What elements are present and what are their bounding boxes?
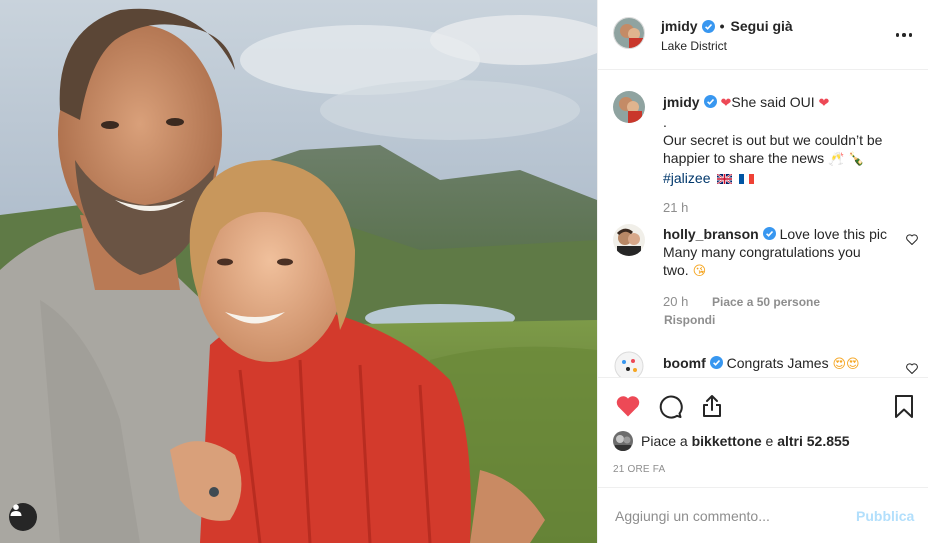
caption-username[interactable]: jmidy: [663, 94, 700, 110]
heart-filled-icon[interactable]: [615, 393, 641, 419]
comment-avatar[interactable]: [613, 350, 645, 377]
comment-2-username[interactable]: boomf: [663, 355, 706, 371]
verified-badge-icon: [762, 227, 776, 240]
red-heart-icon: ❤: [818, 96, 830, 111]
comment-1-line-2: Many many congratulations you: [663, 244, 861, 260]
caption-avatar[interactable]: [613, 91, 645, 123]
champagne-glasses-icon: 🥂: [828, 152, 845, 167]
caption-time[interactable]: 21 h: [663, 200, 688, 215]
comment-2: boomf Congrats James 😍😍: [663, 354, 895, 374]
post-location[interactable]: Lake District: [661, 39, 727, 53]
red-heart-icon: ❤: [720, 96, 732, 111]
likes-conjunction: e: [765, 433, 774, 449]
share-icon[interactable]: [699, 393, 725, 419]
add-comment-bar: Pubblica: [598, 487, 928, 543]
post-sidebar: jmidy • Segui già Lake District jmidy ❤S…: [597, 0, 928, 543]
likes-prefix: Piace a: [641, 433, 688, 449]
instagram-post-modal: jmidy • Segui già Lake District jmidy ❤S…: [0, 0, 928, 543]
heart-eyes-icon: 😍: [846, 357, 860, 372]
more-options-icon[interactable]: [894, 25, 914, 45]
post-photo[interactable]: [0, 0, 597, 543]
post-header: jmidy • Segui già Lake District: [598, 0, 928, 70]
comment-1: holly_branson Love love this pic. Many m…: [663, 225, 895, 281]
likes-others-count[interactable]: altri 52.855: [777, 433, 849, 449]
comment-1-line-3: two.: [663, 262, 689, 278]
champagne-bottle-icon: 🍾: [848, 152, 865, 167]
caption-line-1: She said OUI: [731, 94, 815, 110]
comment-bubble-icon[interactable]: [657, 393, 683, 419]
liker-username[interactable]: bikkettone: [692, 433, 762, 449]
follow-status-button[interactable]: Segui già: [730, 18, 792, 34]
verified-badge-icon: [701, 19, 715, 33]
comment-1-line-1: Love love this pic.: [779, 226, 888, 242]
uk-flag-icon: [717, 174, 733, 184]
post-actions: Piace a bikkettone e altri 52.855 21 ORE…: [598, 377, 928, 487]
caption: jmidy ❤She said OUI ❤ . Our secret is ou…: [663, 93, 895, 187]
comment-input[interactable]: [615, 506, 845, 526]
publish-button[interactable]: Pubblica: [856, 508, 914, 524]
verified-badge-icon: [709, 356, 723, 369]
post-timestamp[interactable]: 21 ORE FA: [613, 464, 665, 475]
comment-1-reply-button[interactable]: Rispondi: [664, 313, 715, 327]
author-avatar[interactable]: [613, 17, 645, 49]
heart-outline-icon[interactable]: [906, 234, 918, 245]
separator-dot: •: [719, 18, 725, 34]
comment-avatar[interactable]: [613, 224, 645, 256]
bookmark-icon[interactable]: [891, 393, 917, 419]
verified-badge-icon: [703, 95, 717, 108]
heart-outline-icon[interactable]: [906, 363, 918, 374]
author-username[interactable]: jmidy: [661, 18, 698, 34]
comment-1-likes[interactable]: Piace a 50 persone: [712, 295, 820, 309]
liker-avatar[interactable]: [613, 431, 633, 451]
caption-line-2: .: [663, 114, 667, 130]
france-flag-icon: [739, 174, 755, 184]
caption-line-3: Our secret is out but we couldn’t be: [663, 132, 883, 148]
comment-2-text: Congrats James: [726, 355, 829, 371]
likes-summary[interactable]: Piace a bikkettone e altri 52.855: [613, 431, 850, 451]
heart-eyes-icon: 😍: [832, 357, 847, 372]
caption-hashtag[interactable]: #jalizee: [663, 170, 710, 186]
caption-line-4: happier to share the news: [663, 150, 825, 166]
photo-illustration: [0, 0, 597, 543]
comments-list[interactable]: jmidy ❤She said OUI ❤ . Our secret is ou…: [598, 71, 928, 377]
kiss-face-icon: 😘: [692, 264, 707, 279]
user-tag-icon[interactable]: [9, 503, 37, 531]
comment-1-time[interactable]: 20 h: [663, 294, 688, 309]
comment-1-username[interactable]: holly_branson: [663, 226, 759, 242]
